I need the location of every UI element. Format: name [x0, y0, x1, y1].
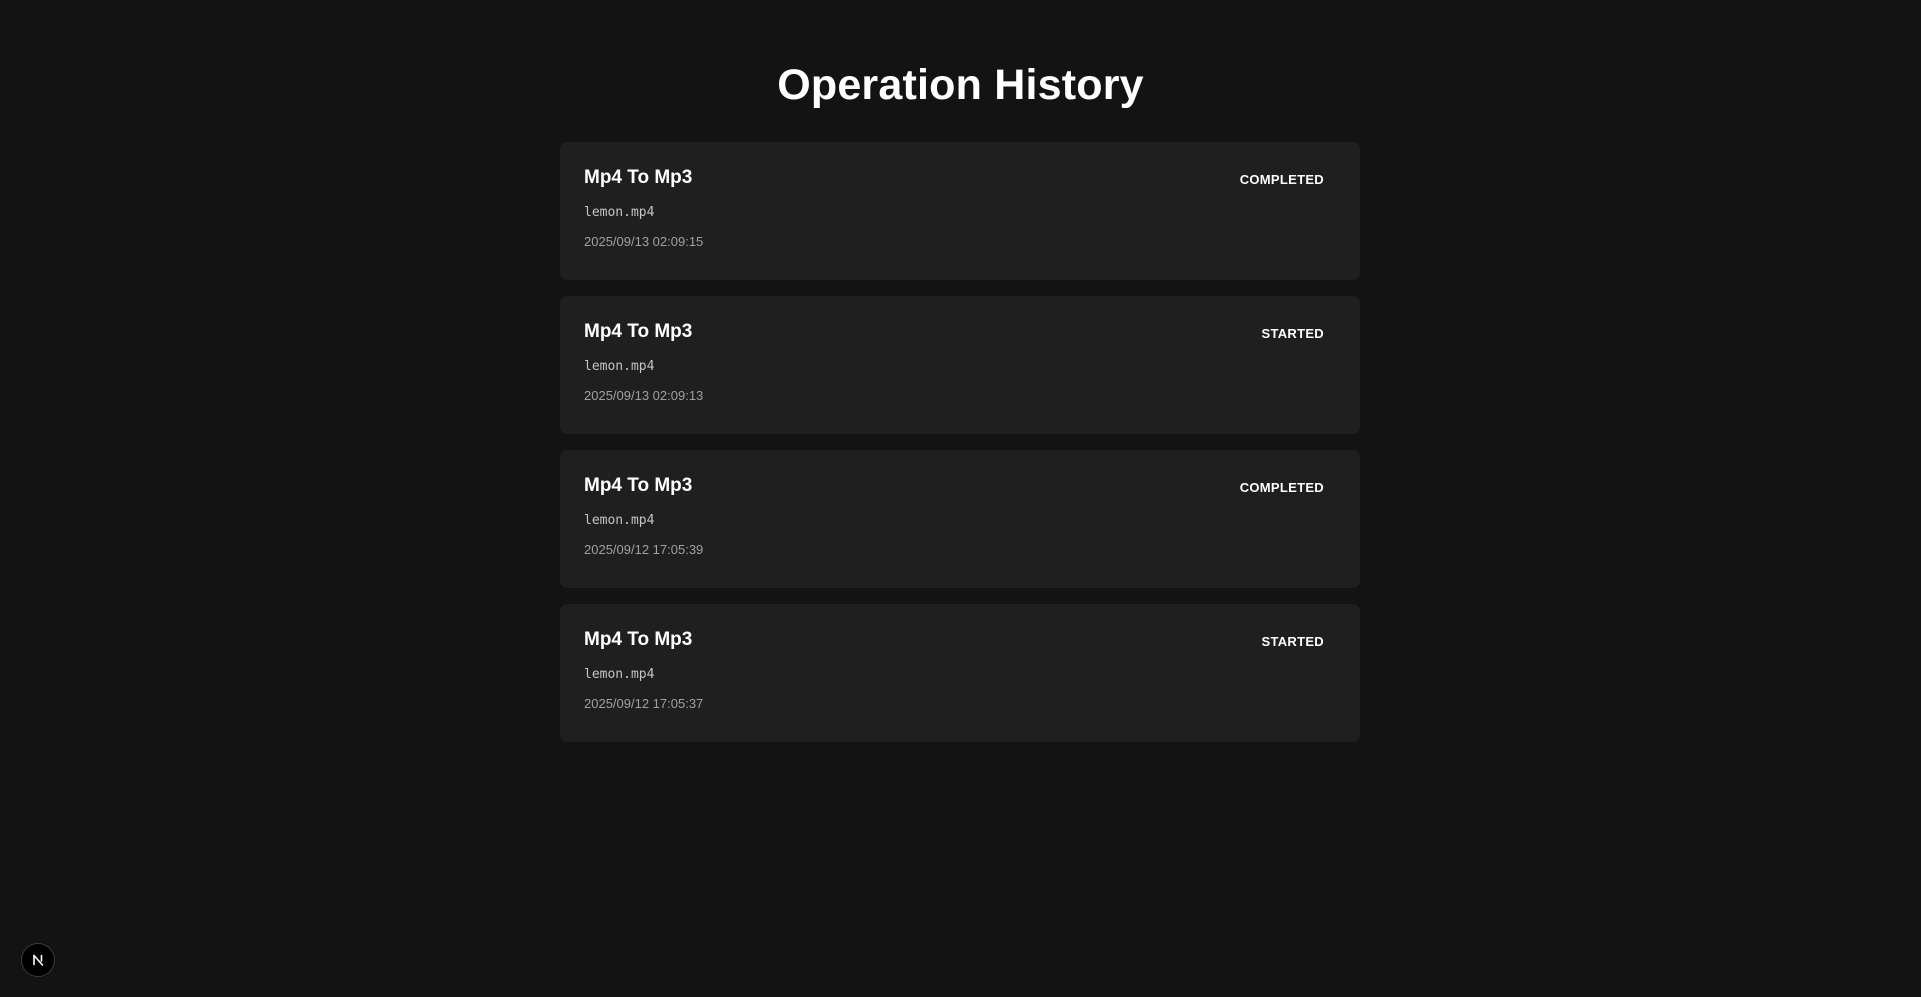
status-badge: STARTED [1261, 634, 1324, 649]
operation-card: Mp4 To Mp3 STARTED lemon.mp4 2025/09/13 … [560, 296, 1360, 434]
operation-list: Mp4 To Mp3 COMPLETED lemon.mp4 2025/09/1… [560, 142, 1360, 742]
operation-file: lemon.mp4 [584, 513, 655, 528]
status-badge: STARTED [1261, 326, 1324, 341]
operation-timestamp: 2025/09/12 17:05:37 [584, 696, 704, 711]
nextjs-dev-tools-button[interactable] [21, 943, 55, 977]
operation-card: Mp4 To Mp3 COMPLETED lemon.mp4 2025/09/1… [560, 142, 1360, 280]
operation-name: Mp4 To Mp3 [584, 629, 693, 650]
operation-name: Mp4 To Mp3 [584, 167, 693, 188]
page: Operation History Mp4 To Mp3 COMPLETED l… [0, 0, 1921, 997]
operation-file: lemon.mp4 [584, 667, 655, 682]
operation-name: Mp4 To Mp3 [584, 321, 693, 342]
nextjs-logo-icon [33, 954, 44, 966]
operation-name: Mp4 To Mp3 [584, 475, 693, 496]
page-title: Operation History [777, 61, 1144, 109]
operation-timestamp: 2025/09/13 02:09:13 [584, 388, 704, 403]
operation-card: Mp4 To Mp3 COMPLETED lemon.mp4 2025/09/1… [560, 450, 1360, 588]
operation-timestamp: 2025/09/12 17:05:39 [584, 542, 704, 557]
status-badge: COMPLETED [1239, 172, 1324, 187]
operation-file: lemon.mp4 [584, 205, 655, 220]
operation-timestamp: 2025/09/13 02:09:15 [584, 234, 704, 249]
status-badge: COMPLETED [1239, 480, 1324, 495]
operation-card: Mp4 To Mp3 STARTED lemon.mp4 2025/09/12 … [560, 604, 1360, 742]
operation-file: lemon.mp4 [584, 359, 655, 374]
